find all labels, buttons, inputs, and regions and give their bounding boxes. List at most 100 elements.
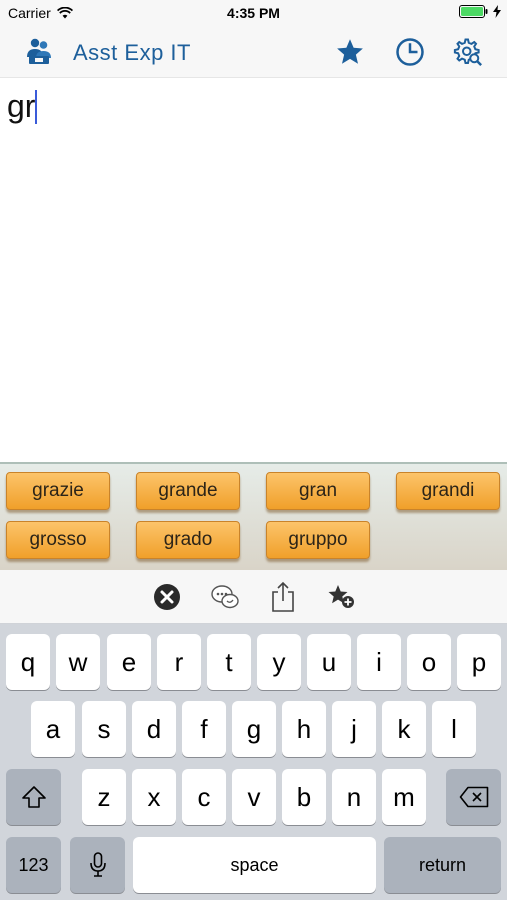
key-label: k bbox=[397, 713, 411, 744]
key-label: o bbox=[421, 646, 437, 677]
action-toolbar bbox=[0, 570, 507, 624]
suggestion-label: gruppo bbox=[288, 529, 348, 550]
add-favorite-button[interactable] bbox=[325, 581, 357, 613]
key-o[interactable]: o bbox=[407, 634, 451, 690]
settings-search-button[interactable] bbox=[452, 36, 484, 68]
clear-button[interactable] bbox=[151, 581, 183, 613]
key-g[interactable]: g bbox=[232, 701, 276, 757]
app-title: Asst Exp IT bbox=[73, 40, 191, 65]
shift-key[interactable] bbox=[6, 769, 61, 825]
key-label: t bbox=[225, 646, 233, 677]
key-i[interactable]: i bbox=[357, 634, 401, 690]
key-n[interactable]: n bbox=[332, 769, 376, 825]
key-label: m bbox=[393, 781, 415, 812]
key-label: b bbox=[296, 781, 312, 812]
key-label: 123 bbox=[18, 854, 49, 875]
key-label: u bbox=[321, 646, 337, 677]
suggestion-button[interactable]: gruppo bbox=[266, 521, 370, 559]
star-icon bbox=[337, 39, 363, 64]
text-caret bbox=[35, 89, 38, 124]
key-j[interactable]: j bbox=[332, 701, 376, 757]
key-label: space bbox=[230, 854, 279, 875]
key-b[interactable]: b bbox=[282, 769, 326, 825]
key-t[interactable]: t bbox=[207, 634, 251, 690]
key-label: w bbox=[68, 646, 88, 677]
key-e[interactable]: e bbox=[107, 634, 151, 690]
clock: 4:35 PM bbox=[227, 5, 280, 21]
typed-text-line: gr bbox=[7, 88, 38, 125]
suggestion-label: grandi bbox=[421, 480, 475, 501]
key-a[interactable]: a bbox=[31, 701, 75, 757]
key-c[interactable]: c bbox=[182, 769, 226, 825]
return-key[interactable]: return bbox=[384, 837, 501, 893]
key-p[interactable]: p bbox=[457, 634, 501, 690]
key-label: g bbox=[246, 713, 262, 744]
delete-key[interactable] bbox=[446, 769, 501, 825]
key-h[interactable]: h bbox=[282, 701, 326, 757]
suggestion-label: grosso bbox=[29, 529, 87, 550]
key-label: i bbox=[376, 646, 382, 677]
status-bar: Carrier 4:35 PM bbox=[0, 0, 507, 26]
battery-indicator bbox=[459, 5, 501, 18]
key-f[interactable]: f bbox=[182, 701, 226, 757]
favorite-add-icon bbox=[328, 585, 354, 608]
key-d[interactable]: d bbox=[132, 701, 176, 757]
key-label: l bbox=[451, 713, 457, 744]
suggestion-panel: grazie grande gran grandi grosso grado g… bbox=[0, 462, 507, 570]
key-m[interactable]: m bbox=[382, 769, 426, 825]
key-label: q bbox=[20, 646, 36, 677]
key-label: y bbox=[272, 646, 286, 677]
key-l[interactable]: l bbox=[432, 701, 476, 757]
suggestion-button[interactable]: grado bbox=[136, 521, 240, 559]
key-label: r bbox=[174, 646, 184, 677]
dictation-key[interactable] bbox=[70, 837, 125, 893]
suggestion-label: grande bbox=[158, 480, 218, 501]
microphone-icon bbox=[89, 852, 106, 877]
key-z[interactable]: z bbox=[82, 769, 126, 825]
suggestion-button[interactable]: grande bbox=[136, 472, 240, 510]
app-logo-icon bbox=[27, 38, 51, 64]
key-label: p bbox=[471, 646, 487, 677]
key-label: e bbox=[121, 646, 137, 677]
suggestion-label: grado bbox=[163, 529, 213, 550]
shift-arrow-icon bbox=[21, 786, 46, 808]
suggestion-button[interactable]: grandi bbox=[396, 472, 500, 510]
text-editor[interactable]: gr bbox=[0, 78, 507, 462]
key-u[interactable]: u bbox=[307, 634, 351, 690]
suggestion-button[interactable]: grazie bbox=[6, 472, 110, 510]
navigation-bar: Asst Exp IT bbox=[0, 26, 507, 78]
history-button[interactable] bbox=[394, 36, 426, 68]
key-label: v bbox=[247, 781, 261, 812]
keyboard: q w e r t y u i o p a s d f g h j k l z … bbox=[0, 624, 507, 900]
clear-icon bbox=[154, 584, 180, 610]
key-q[interactable]: q bbox=[6, 634, 50, 690]
key-label: j bbox=[351, 713, 357, 744]
favorites-button[interactable] bbox=[334, 36, 366, 68]
key-y[interactable]: y bbox=[257, 634, 301, 690]
key-s[interactable]: s bbox=[82, 701, 126, 757]
battery-icon bbox=[459, 5, 488, 18]
suggestion-label: gran bbox=[298, 480, 338, 501]
charging-bolt-icon bbox=[493, 5, 501, 18]
key-label: n bbox=[346, 781, 362, 812]
key-k[interactable]: k bbox=[382, 701, 426, 757]
chat-button[interactable] bbox=[209, 581, 241, 613]
suggestion-button[interactable]: grosso bbox=[6, 521, 110, 559]
key-x[interactable]: x bbox=[132, 769, 176, 825]
key-label: s bbox=[97, 713, 111, 744]
numbers-key[interactable]: 123 bbox=[6, 837, 61, 893]
chat-bubbles-icon bbox=[211, 585, 239, 609]
key-w[interactable]: w bbox=[56, 634, 100, 690]
typed-text: gr bbox=[7, 88, 36, 124]
share-icon bbox=[272, 581, 294, 612]
key-label: z bbox=[97, 781, 111, 812]
key-label: d bbox=[146, 713, 162, 744]
suggestion-button[interactable]: gran bbox=[266, 472, 370, 510]
clock-history-icon bbox=[396, 38, 424, 66]
key-label: c bbox=[197, 781, 211, 812]
space-key[interactable]: space bbox=[133, 837, 376, 893]
key-r[interactable]: r bbox=[157, 634, 201, 690]
key-v[interactable]: v bbox=[232, 769, 276, 825]
suggestion-label: grazie bbox=[32, 480, 84, 501]
share-button[interactable] bbox=[267, 581, 299, 613]
